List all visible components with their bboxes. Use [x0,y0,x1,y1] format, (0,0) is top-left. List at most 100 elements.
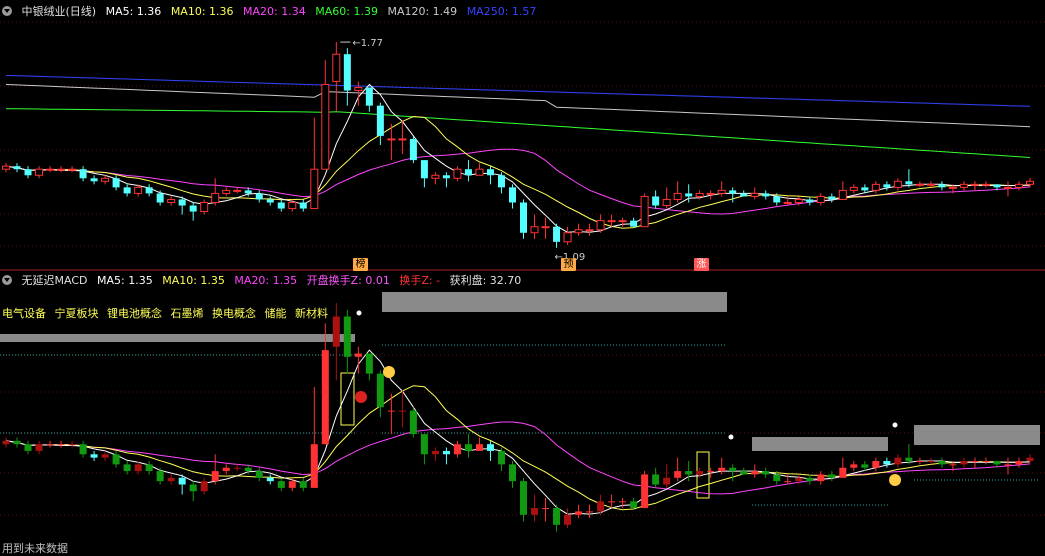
candle-body [90,178,98,182]
candle-body [718,467,726,472]
top-ma-lines [5,74,1031,233]
candle-body [24,169,32,176]
candle-body [1014,183,1023,188]
gray-band [752,437,888,451]
candle-body [574,229,583,234]
candle-body [211,471,219,482]
candle-body [828,196,836,200]
concept-tag: 电气设备 [2,307,46,320]
candle-body [1026,457,1034,461]
candle-body [1003,186,1012,189]
candle-body [387,138,396,141]
candle-body [321,350,329,445]
candle-body [970,183,979,186]
candle-body [222,467,230,472]
candle-body [233,189,242,192]
candle-body [553,508,561,525]
candle-body [365,87,373,106]
candle-body [530,226,539,234]
candle-body [134,186,143,194]
candle-body [13,440,21,445]
stock-title: 中银绒业(日线) [21,5,97,18]
candle-body [266,477,274,482]
candle-body [277,202,285,209]
candle-body [883,184,891,188]
bottom-indicator-header: 无延迟MACD MA5: 1.35 MA10: 1.35 MA20: 1.35 … [0,273,527,289]
candle-body [156,193,164,203]
candle-body [211,192,220,203]
candle-body [740,471,748,475]
candle-body [497,175,505,188]
candle-body [806,477,814,482]
candle-body [663,477,671,485]
candle-body [883,461,891,465]
candle-body [729,190,737,194]
candle-body [696,471,704,475]
candle-body [431,450,439,455]
profit-value: 获利盘: 32.70 [449,274,522,287]
concept-tag: 新材料 [295,307,328,320]
candle-body [541,226,550,229]
chart-marks: ←1.77←1.09 [340,38,901,486]
candle-body [717,189,726,194]
candle-body [850,464,858,468]
rank-badge[interactable]: 榜 [353,258,368,271]
candle-body [894,457,902,465]
candle-body [630,501,638,509]
candle-body [310,444,318,488]
candle-body [167,198,176,203]
candle-body [784,481,792,483]
candle-body [674,471,682,478]
candle-body [145,464,153,472]
gray-band [0,334,355,342]
candle-body [520,481,528,515]
candle-body [167,477,175,482]
candle-body [409,138,417,161]
limit-up-badge[interactable]: 涨 [694,258,709,271]
candle-body [520,202,528,233]
candle-body [927,461,935,462]
candle-body [409,410,417,435]
candle-body [905,181,913,185]
candle-body [948,186,957,189]
candle-body [13,166,21,170]
candle-body [981,183,990,186]
candle-body [376,105,384,136]
candle-body [596,220,605,231]
candle-body [729,467,737,472]
candle-body [123,464,131,472]
candle-body [608,501,616,503]
candle-body [806,199,814,203]
candle-body [993,184,1001,188]
candle-body [838,189,847,200]
candle-body [35,168,44,176]
ma5-line [5,83,1031,233]
candle-body [762,193,770,197]
candle-body [585,229,594,232]
candle-body [420,160,428,179]
dropdown-icon[interactable] [2,275,12,285]
candle-body [586,511,594,513]
candle-body [79,169,87,179]
candle-body [46,444,54,446]
future-data-note: 用到未来数据 [2,542,68,555]
candle-body [707,471,715,473]
candle-body [926,183,935,186]
grid-lines [0,21,1045,516]
candle-body [750,192,759,197]
candle-body [938,184,946,188]
candle-body [101,177,110,182]
candle-body [839,467,847,478]
candle-body [982,461,990,462]
candle-body [795,477,803,482]
candle-body [354,86,363,92]
candle-body [156,471,164,482]
money-bag-icon [889,474,901,486]
candle-body [112,454,120,465]
candle-body [861,187,869,191]
multi-signal-icon [355,391,367,403]
candle-body [695,192,704,197]
forecast-badge[interactable]: 预 [561,258,576,271]
candle-body [916,461,924,462]
dropdown-icon[interactable] [2,6,12,16]
